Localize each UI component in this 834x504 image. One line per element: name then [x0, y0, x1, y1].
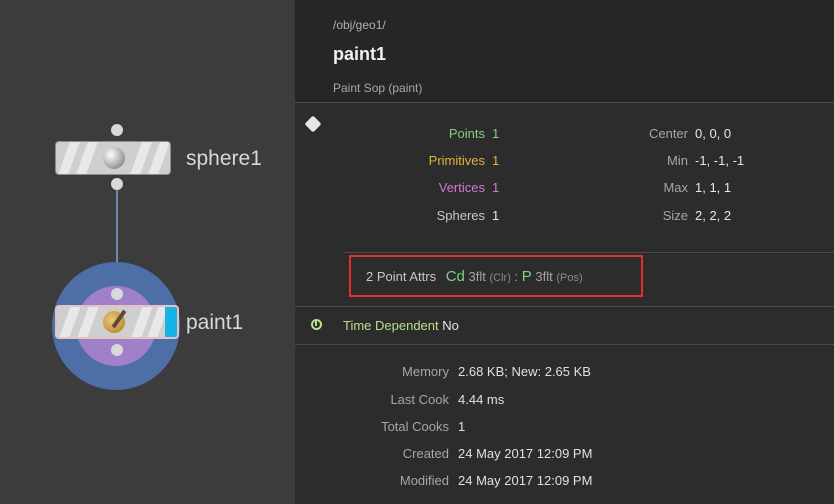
divider	[295, 344, 834, 345]
display-flag[interactable]	[165, 307, 177, 337]
node-wire	[116, 190, 118, 270]
node-title: paint1	[333, 44, 387, 64]
size-row: Size	[295, 208, 688, 228]
network-pane[interactable]: sphere1 paint1	[0, 0, 295, 504]
time-dependent-label: Time Dependent	[343, 318, 439, 333]
last-cook-label-row: Last Cook	[295, 392, 449, 412]
time-dependent-row: Time Dependent No	[343, 318, 459, 333]
attr-separator: :	[514, 269, 519, 284]
min-row: Min	[295, 153, 688, 173]
paint1-node[interactable]	[55, 305, 179, 339]
sphere1-label: sphere1	[186, 147, 262, 170]
last-cook-value: 4.44 ms	[458, 392, 505, 407]
attr-p-name: P	[521, 268, 532, 285]
attr-p-type: 3flt	[535, 269, 553, 284]
max-value: 1, 1, 1	[695, 180, 732, 195]
info-header: /obj/geo1/ paint1 Paint Sop (paint)	[295, 0, 834, 103]
last-cook-label: Last Cook	[390, 392, 449, 407]
memory-label: Memory	[402, 364, 449, 379]
modified-label-row: Modified	[295, 473, 449, 493]
modified-label: Modified	[399, 473, 449, 488]
size-value: 2, 2, 2	[695, 208, 732, 223]
paint1-output-connector[interactable]	[111, 344, 123, 356]
total-cooks-label: Total Cooks	[381, 419, 449, 434]
attr-p-desc: (Pos)	[556, 272, 583, 284]
size-label: Size	[662, 208, 688, 223]
center-row: Center	[295, 126, 688, 146]
sphere1-node[interactable]	[55, 141, 171, 175]
node-path: /obj/geo1/	[333, 18, 386, 32]
memory-value: 2.68 KB; New: 2.65 KB	[458, 364, 591, 379]
attr-cd-type: 3flt	[468, 269, 486, 284]
total-cooks-label-row: Total Cooks	[295, 419, 449, 439]
sphere1-output-connector[interactable]	[111, 178, 123, 190]
max-row: Max	[295, 180, 688, 200]
center-label: Center	[648, 126, 688, 141]
min-value: -1, -1, -1	[695, 153, 745, 168]
paint1-input-connector[interactable]	[111, 288, 123, 300]
divider	[295, 306, 834, 307]
divider	[343, 252, 834, 253]
modified-value: 24 May 2017 12:09 PM	[458, 473, 593, 488]
node-type: Paint Sop (paint)	[333, 81, 423, 95]
time-dependent-value: No	[442, 318, 459, 333]
node-info-pane: /obj/geo1/ paint1 Paint Sop (paint) Poin…	[295, 0, 834, 504]
paint1-label: paint1	[186, 311, 244, 334]
memory-label-row: Memory	[295, 364, 449, 384]
max-label: Max	[663, 180, 688, 195]
attr-cd-name: Cd	[445, 268, 465, 285]
min-label: Min	[667, 153, 688, 168]
point-attrs-label: 2 Point Attrs	[366, 269, 437, 284]
created-label-row: Created	[295, 446, 449, 466]
point-attrs-line: 2 Point Attrs Cd 3flt (Clr) : P 3flt (Po…	[366, 268, 583, 285]
created-label: Created	[402, 446, 449, 461]
sphere-icon	[103, 147, 125, 169]
center-value: 0, 0, 0	[695, 126, 732, 141]
created-value: 24 May 2017 12:09 PM	[458, 446, 593, 461]
sphere1-input-connector[interactable]	[111, 124, 123, 136]
total-cooks-value: 1	[458, 419, 466, 434]
attr-cd-desc: (Clr)	[489, 272, 511, 284]
